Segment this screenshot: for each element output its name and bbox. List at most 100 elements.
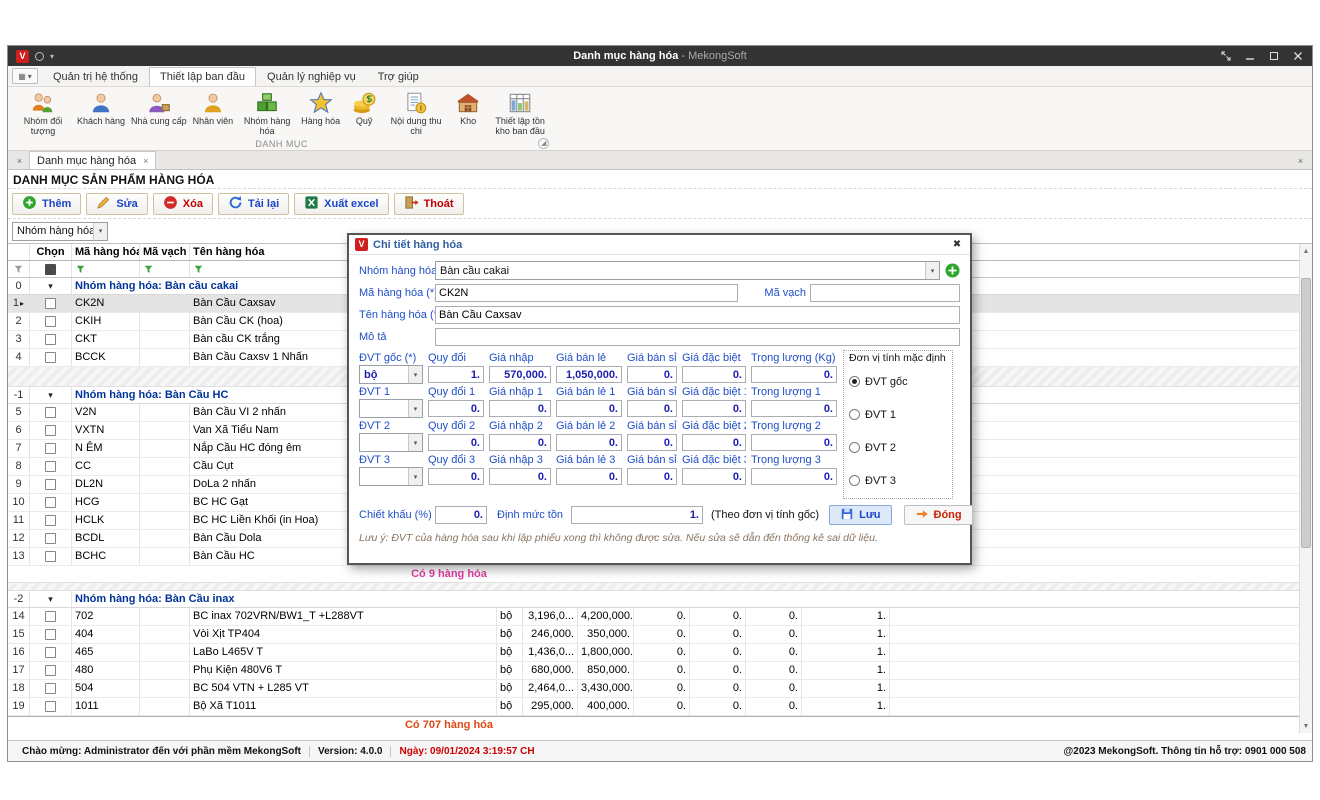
unit-price-input[interactable] (682, 400, 746, 417)
product-code-input[interactable] (435, 284, 738, 302)
group-header-row[interactable]: -2▾Nhóm hàng hóa: Bàn Cầu inax (8, 591, 1312, 608)
group-filter-dropdown[interactable]: Nhóm hàng hóa ▾ (12, 222, 108, 241)
default-unit-radio[interactable]: ĐVT 2 (849, 431, 947, 464)
checkbox-cell[interactable] (30, 331, 72, 348)
filter-cell-vach[interactable] (140, 261, 190, 277)
edit-button[interactable]: Sửa (86, 193, 147, 215)
delete-button[interactable]: Xóa (153, 193, 213, 215)
checkbox-cell[interactable] (30, 608, 72, 625)
group-dialog-launcher-icon[interactable]: ◢ (538, 138, 549, 149)
row-checkbox[interactable] (45, 497, 56, 508)
row-checkbox[interactable] (45, 701, 56, 712)
checkbox-cell[interactable] (30, 698, 72, 715)
group-expand-cell[interactable]: ▾ (30, 387, 72, 403)
unit-price-input[interactable] (489, 366, 551, 383)
row-checkbox[interactable] (45, 443, 56, 454)
close-document-icon[interactable]: × (1293, 153, 1308, 168)
unit-price-input[interactable] (627, 468, 677, 485)
default-unit-radio[interactable]: ĐVT gốc (849, 365, 947, 398)
checkbox-cell[interactable] (30, 440, 72, 457)
ribbon-item-warehouse[interactable]: Kho (447, 89, 489, 127)
radio-icon[interactable] (849, 376, 860, 387)
scroll-down-icon[interactable]: ▼ (1300, 719, 1312, 733)
chevron-down-icon[interactable]: ▾ (408, 468, 422, 485)
checkbox-cell[interactable] (30, 476, 72, 493)
export-excel-button[interactable]: Xuất excel (294, 193, 388, 215)
row-checkbox[interactable] (45, 461, 56, 472)
row-checkbox[interactable] (45, 647, 56, 658)
save-button[interactable]: Lưu (829, 505, 891, 525)
checkbox-cell[interactable] (30, 626, 72, 643)
scroll-up-icon[interactable]: ▲ (1300, 244, 1312, 258)
description-input[interactable] (435, 328, 960, 346)
minimize-icon[interactable] (1244, 50, 1256, 62)
unit-price-input[interactable] (428, 434, 484, 451)
product-row[interactable]: 18504BC 504 VTN + L285 VTbộ2,464,0...3,4… (8, 680, 1312, 698)
row-checkbox[interactable] (45, 665, 56, 676)
radio-icon[interactable] (849, 475, 860, 486)
chevron-down-icon[interactable]: ▾ (408, 366, 422, 383)
row-checkbox[interactable] (45, 629, 56, 640)
exit-button[interactable]: Thoát (394, 193, 464, 215)
reload-button[interactable]: Tải lại (218, 193, 289, 215)
collapse-caret-icon[interactable]: ▾ (48, 278, 53, 294)
close-all-tabs-icon[interactable]: × (12, 153, 27, 168)
unit-price-input[interactable] (556, 468, 622, 485)
unit-combobox[interactable]: ▾ (359, 433, 423, 452)
discount-input[interactable] (435, 506, 487, 524)
ribbon-item-customer[interactable]: Khách hàng (74, 89, 128, 127)
barcode-input[interactable] (810, 284, 960, 302)
row-checkbox[interactable] (45, 611, 56, 622)
unit-price-input[interactable] (682, 468, 746, 485)
product-row[interactable]: 14702BC inax 702VRN/BW1_T +L288VTbộ3,196… (8, 608, 1312, 626)
row-checkbox[interactable] (45, 425, 56, 436)
checkbox-cell[interactable] (30, 548, 72, 565)
unit-price-input[interactable] (627, 366, 677, 383)
close-tab-icon[interactable]: × (143, 156, 148, 166)
ribbon-item-objects-group[interactable]: Nhóm đối tượng (12, 89, 74, 137)
product-row[interactable]: 191011Bộ Xã T1011bộ295,000.400,000.0.0.0… (8, 698, 1312, 716)
unit-price-input[interactable] (751, 434, 837, 451)
checkbox-cell[interactable] (30, 422, 72, 439)
ribbon-item-fund[interactable]: Quỹ (343, 89, 385, 127)
unit-price-input[interactable] (627, 400, 677, 417)
row-checkbox[interactable] (45, 298, 56, 309)
add-group-icon[interactable] (945, 263, 960, 278)
default-unit-radio[interactable]: ĐVT 1 (849, 398, 947, 431)
chevron-down-icon[interactable]: ▾ (93, 223, 107, 240)
ribbon-item-supplier[interactable]: Nhà cung cấp (128, 89, 190, 127)
stock-norm-input[interactable] (571, 506, 703, 524)
unit-combobox[interactable]: bộ▾ (359, 365, 423, 384)
document-tab-active[interactable]: Danh mục hàng hóa × (29, 151, 156, 169)
unit-price-input[interactable] (556, 400, 622, 417)
column-header-chon[interactable]: Chọn (30, 244, 72, 260)
ribbon-item-receipt[interactable]: Nội dung thu chi (385, 89, 447, 137)
row-checkbox[interactable] (45, 407, 56, 418)
unit-combobox[interactable]: ▾ (359, 467, 423, 486)
resize-icon[interactable] (1220, 50, 1232, 62)
dialog-close-icon[interactable]: ✖ (950, 239, 964, 250)
chevron-down-icon[interactable]: ▾ (925, 262, 939, 279)
unit-price-input[interactable] (428, 400, 484, 417)
radio-icon[interactable] (849, 409, 860, 420)
ribbon-item-initial-stock[interactable]: Thiết lập tồn kho ban đầu (489, 89, 551, 137)
ribbon-item-employee[interactable]: Nhân viên (190, 89, 237, 127)
add-button[interactable]: Thêm (12, 193, 81, 215)
chevron-down-icon[interactable]: ▾ (408, 400, 422, 417)
checkbox-cell[interactable] (30, 295, 72, 312)
unit-price-input[interactable] (556, 366, 622, 383)
unit-price-input[interactable] (489, 468, 551, 485)
row-checkbox[interactable] (45, 515, 56, 526)
vertical-scrollbar[interactable]: ▲ ▼ (1299, 244, 1312, 733)
row-checkbox[interactable] (45, 683, 56, 694)
checkbox-cell[interactable] (30, 530, 72, 547)
collapse-caret-icon[interactable]: ▾ (48, 387, 53, 403)
unit-price-input[interactable] (428, 366, 484, 383)
row-checkbox[interactable] (45, 352, 56, 363)
checkbox-cell[interactable] (30, 494, 72, 511)
scrollbar-thumb[interactable] (1301, 278, 1311, 548)
unit-price-input[interactable] (489, 434, 551, 451)
column-header-ma[interactable]: Mã hàng hóa (72, 244, 140, 260)
checkbox-cell[interactable] (30, 644, 72, 661)
checkbox-cell[interactable] (30, 512, 72, 529)
